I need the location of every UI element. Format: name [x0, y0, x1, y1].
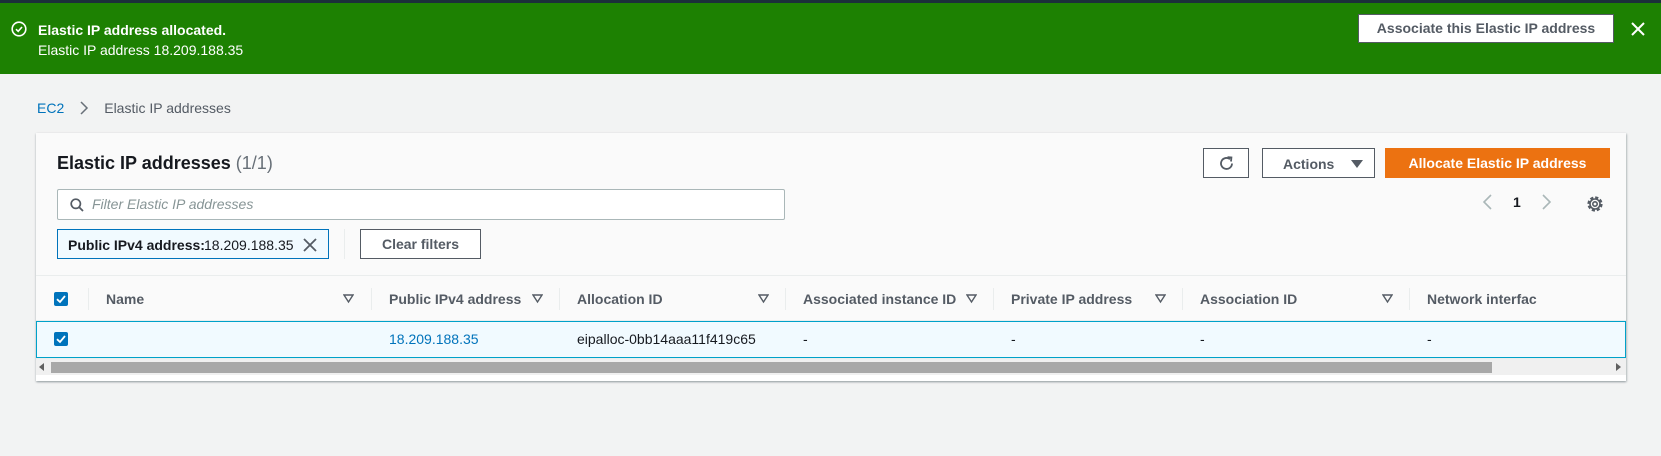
flash-message: Elastic IP address 18.209.188.35: [38, 42, 244, 58]
column-divider: [993, 288, 994, 310]
select-all-checkbox[interactable]: [54, 292, 68, 306]
sort-icon[interactable]: [758, 294, 769, 304]
cell-allocation-id: eipalloc-0bb14aaa11f419c65: [577, 331, 756, 347]
success-flash-banner: Elastic IP address allocated. Elastic IP…: [0, 0, 1661, 74]
column-header-instance-id[interactable]: Associated instance ID: [803, 276, 956, 322]
close-icon[interactable]: [1629, 20, 1647, 38]
page-number[interactable]: 1: [1513, 194, 1521, 210]
column-divider: [371, 288, 372, 310]
filter-token-value: 18.209.188.35: [204, 237, 294, 253]
panel-title-text: Elastic IP addresses: [57, 153, 231, 173]
column-divider: [88, 288, 89, 310]
success-check-icon: [11, 21, 27, 37]
cell-network-interface: -: [1427, 331, 1432, 347]
toolbar-divider: [344, 229, 345, 259]
scroll-right-arrow-icon[interactable]: [1616, 363, 1621, 371]
column-header-private-ip[interactable]: Private IP address: [1011, 276, 1132, 322]
column-divider: [1182, 288, 1183, 310]
panel-count: (1/1): [235, 153, 273, 173]
caret-down-icon: [1351, 160, 1363, 168]
panel-header: Elastic IP addresses (1/1) Actions Alloc…: [36, 133, 1626, 275]
check-icon: [56, 295, 66, 304]
table-header: Name Public IPv4 address Allocation ID A…: [36, 275, 1626, 321]
sort-icon[interactable]: [1155, 294, 1166, 304]
gear-icon[interactable]: [1585, 194, 1605, 214]
filter-token: Public IPv4 address: 18.209.188.35: [57, 229, 329, 259]
flash-title: Elastic IP address allocated.: [38, 22, 227, 38]
refresh-icon: [1220, 156, 1233, 170]
column-divider: [785, 288, 786, 310]
chevron-right-icon: [80, 101, 89, 115]
refresh-button[interactable]: [1203, 148, 1249, 178]
column-header-name[interactable]: Name: [106, 276, 144, 322]
horizontal-scrollbar[interactable]: [36, 358, 1626, 375]
remove-filter-icon[interactable]: [302, 237, 318, 253]
column-divider: [559, 288, 560, 310]
chevron-right-icon[interactable]: [1539, 192, 1553, 212]
sort-icon[interactable]: [343, 294, 354, 304]
scrollbar-thumb[interactable]: [51, 362, 1492, 373]
sort-icon[interactable]: [966, 294, 977, 304]
sort-icon[interactable]: [532, 294, 543, 304]
cell-instance-id: -: [803, 331, 808, 347]
breadcrumb-ec2-link[interactable]: EC2: [37, 100, 64, 116]
check-icon: [56, 335, 66, 344]
breadcrumb: EC2 Elastic IP addresses: [37, 100, 231, 116]
search-input[interactable]: [92, 196, 772, 212]
scroll-left-arrow-icon[interactable]: [39, 363, 44, 371]
actions-label: Actions: [1283, 156, 1335, 172]
column-header-public-ip[interactable]: Public IPv4 address: [389, 276, 521, 322]
cell-public-ip-link[interactable]: 18.209.188.35: [389, 322, 479, 359]
column-divider: [1409, 288, 1410, 310]
sort-icon[interactable]: [1382, 294, 1393, 304]
actions-dropdown-button[interactable]: Actions: [1262, 148, 1375, 178]
chevron-left-icon[interactable]: [1481, 192, 1495, 212]
cell-private-ip: -: [1011, 331, 1016, 347]
column-header-association-id[interactable]: Association ID: [1200, 276, 1297, 322]
cell-association-id: -: [1200, 331, 1205, 347]
associate-elastic-ip-button[interactable]: Associate this Elastic IP address: [1358, 14, 1614, 43]
search-field: [57, 189, 785, 220]
filter-token-key: Public IPv4 address:: [68, 237, 205, 253]
allocate-elastic-ip-button[interactable]: Allocate Elastic IP address: [1385, 148, 1610, 178]
table-row[interactable]: 18.209.188.35 eipalloc-0bb14aaa11f419c65…: [36, 321, 1626, 358]
breadcrumb-current: Elastic IP addresses: [104, 100, 231, 116]
row-checkbox[interactable]: [54, 332, 68, 346]
pagination: 1: [1481, 192, 1553, 212]
column-header-network-interface[interactable]: Network interfac: [1427, 276, 1537, 322]
search-icon: [70, 198, 84, 212]
clear-filters-button[interactable]: Clear filters: [360, 229, 481, 259]
page-title: Elastic IP addresses (1/1): [57, 153, 273, 174]
elastic-ip-table-panel: Elastic IP addresses (1/1) Actions Alloc…: [36, 133, 1626, 381]
column-header-allocation-id[interactable]: Allocation ID: [577, 276, 663, 322]
